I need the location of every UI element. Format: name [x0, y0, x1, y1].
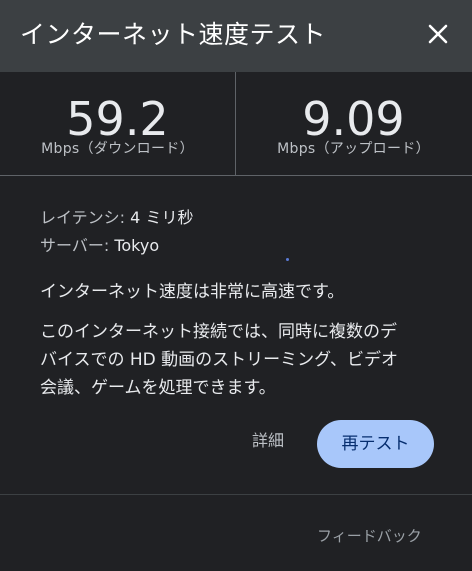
- upload-speed-value: 9.09: [302, 92, 405, 146]
- latency-row: レイテンシ: 4 ミリ秒: [40, 204, 440, 232]
- decorative-dot: [286, 258, 289, 261]
- close-button[interactable]: [420, 16, 456, 52]
- latency-label: レイテンシ:: [40, 208, 126, 227]
- description-line: 会議、ゲームを処理できます。: [40, 378, 276, 398]
- upload-speed-unit: Mbps（アップロード）: [277, 141, 430, 157]
- server-label: サーバー:: [40, 236, 110, 255]
- description-line: バイスでの HD 動画のストリーミング、ビデオ: [40, 350, 398, 370]
- close-icon: [428, 24, 448, 44]
- dialog-header: インターネット速度テスト: [0, 0, 472, 72]
- latency-value: 4 ミリ秒: [130, 208, 194, 227]
- server-row: サーバー: Tokyo: [40, 232, 440, 260]
- download-speed-unit: Mbps（ダウンロード）: [41, 141, 194, 157]
- speed-test-dialog: インターネット速度テスト 59.2 Mbps（ダウンロード） 9.09 Mbps…: [0, 0, 472, 571]
- details-link[interactable]: 詳細: [252, 430, 284, 452]
- description-line: このインターネット接続では、同時に複数のデ: [40, 322, 397, 342]
- speed-summary: インターネット速度は非常に高速です。: [40, 282, 345, 302]
- speed-description: このインターネット接続では、同時に複数のデ バイスでの HD 動画のストリーミン…: [40, 318, 430, 402]
- speed-results-panel: 59.2 Mbps（ダウンロード） 9.09 Mbps（アップロード）: [0, 72, 472, 176]
- retest-button[interactable]: 再テスト: [317, 420, 434, 468]
- feedback-link[interactable]: フィードバック: [317, 525, 422, 547]
- upload-result: 9.09 Mbps（アップロード）: [236, 72, 471, 176]
- dialog-title: インターネット速度テスト: [20, 20, 327, 49]
- download-speed-value: 59.2: [66, 92, 169, 146]
- connection-details: レイテンシ: 4 ミリ秒 サーバー: Tokyo: [40, 204, 440, 260]
- footer-divider: [0, 494, 472, 495]
- download-result: 59.2 Mbps（ダウンロード）: [0, 72, 235, 176]
- server-value: Tokyo: [114, 236, 160, 255]
